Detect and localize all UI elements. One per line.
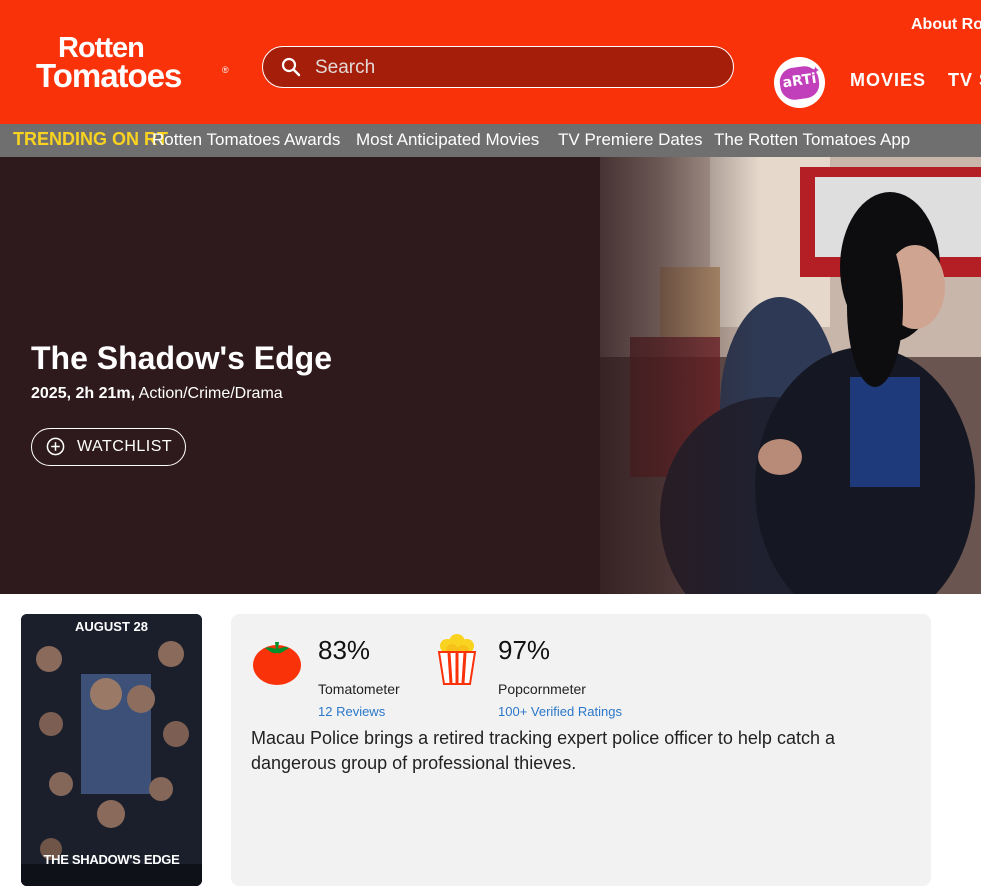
trending-bar: TRENDING ON RT Rotten Tomatoes Awards Mo… [0,124,981,157]
popcornmeter-ratings-link[interactable]: 100+ Verified Ratings [498,704,622,719]
sparkle-icon: ✦ [811,65,821,77]
trending-item-tv-premiere[interactable]: TV Premiere Dates [558,130,703,150]
tomato-icon [253,642,301,685]
movie-year-runtime: 2025, 2h 21m, [31,385,136,402]
score-card: 83% Tomatometer 12 Reviews 97% Popcornme… [231,614,931,886]
watchlist-label: WATCHLIST [77,438,173,455]
poster-title: THE SHADOW'S EDGE [43,852,180,867]
movie-poster[interactable]: AUGUST 28 THE SHADOW'S EDGE [21,614,202,886]
trending-item-app[interactable]: The Rotten Tomatoes App [714,130,910,150]
nav-movies[interactable]: MOVIES [850,70,926,91]
trending-label: TRENDING ON RT [13,129,168,149]
movie-genres: Action/Crime/Drama [138,385,283,402]
logo-registered: ® [222,65,229,75]
nav-tv-shows[interactable]: TV S [948,70,981,91]
popcorn-icon [437,634,477,685]
logo-line2: Tomatoes [36,57,182,94]
tomatometer-value: 83% [318,635,371,665]
popcornmeter-value: 97% [498,635,551,665]
movie-meta: 2025, 2h 21m, Action/Crime/Drama [31,385,283,403]
trending-item-awards[interactable]: Rotten Tomatoes Awards [152,130,340,150]
search-icon [281,57,301,77]
plus-circle-icon [46,437,65,456]
rotten-tomatoes-logo[interactable]: Rotten Tomatoes ® [36,32,231,94]
arti-button[interactable]: aRTi ✦ [774,57,825,108]
about-link[interactable]: About Ro [911,16,981,34]
movie-title: The Shadow's Edge [31,340,332,376]
poster-art [21,614,202,886]
tomatometer-reviews-link[interactable]: 12 Reviews [318,704,385,719]
search-bar[interactable] [262,46,734,88]
watchlist-button[interactable]: WATCHLIST [31,428,186,466]
trending-item-anticipated[interactable]: Most Anticipated Movies [356,130,539,150]
search-input[interactable] [313,53,717,83]
hero-banner: The Shadow's Edge 2025, 2h 21m, Action/C… [0,157,981,594]
tomatometer-label: Tomatometer [318,681,400,697]
site-header: Rotten Tomatoes ® About Ro aRTi ✦ MOVIES… [0,0,981,124]
hero-fade [560,157,760,594]
poster-date: AUGUST 28 [75,619,148,634]
movie-synopsis: Macau Police brings a retired tracking e… [251,728,835,773]
popcornmeter-label: Popcornmeter [498,681,586,697]
